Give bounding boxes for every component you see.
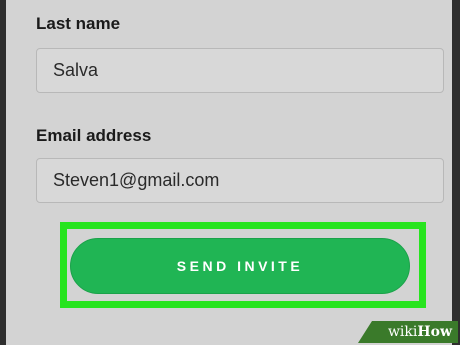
email-label: Email address [36, 126, 152, 145]
device-frame-right [452, 0, 460, 345]
wikihow-watermark: wiki How [358, 321, 458, 343]
email-field[interactable]: Steven1@gmail.com [36, 158, 444, 203]
send-invite-button[interactable]: SEND INVITE [70, 238, 410, 294]
last-name-label: Last name [36, 14, 121, 33]
watermark-wiki-text: wiki [387, 324, 418, 340]
invite-form-screen: Last name Salva Email address Steven1@gm… [6, 0, 452, 345]
watermark-how-text: How [417, 324, 452, 340]
last-name-field[interactable]: Salva [36, 48, 444, 93]
